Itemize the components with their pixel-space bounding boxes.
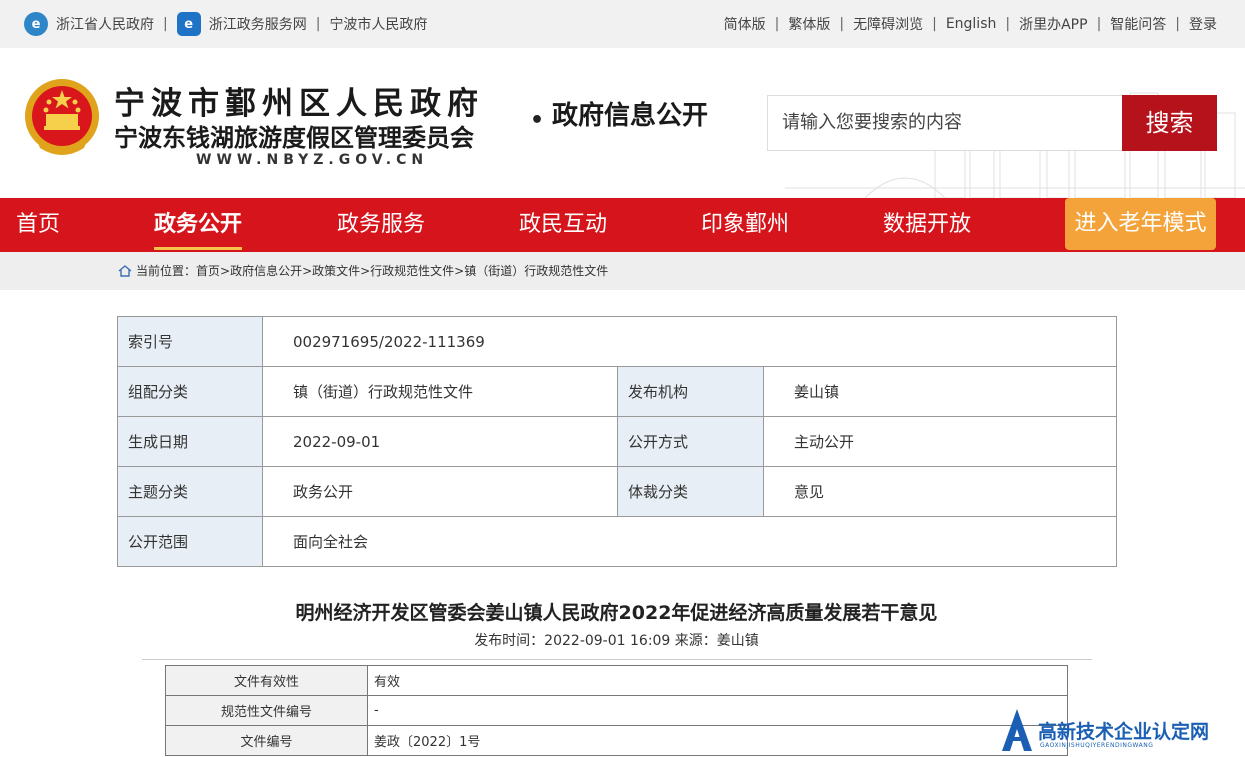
site-header: 宁波市鄞州区人民政府 宁波东钱湖旅游度假区管理委员会 WWW.NBYZ.GOV.… [0, 48, 1245, 198]
topic-value: 政务公开 [262, 466, 618, 517]
category-value: 镇（街道）行政规范性文件 [262, 366, 618, 417]
validity-label: 文件有效性 [165, 665, 368, 696]
divider: | [1175, 16, 1180, 32]
watermark-pinyin: GAOXINJISHUQIYERENDINGWANG [1040, 742, 1154, 749]
title-dot: • [530, 108, 545, 133]
top-bar: e 浙江省人民政府 | e 浙江政务服务网 | 宁波市人民政府 简体版 | 繁体… [0, 0, 1245, 48]
link-app[interactable]: 浙里办APP [1019, 14, 1087, 34]
nav-gov-services[interactable]: 政务服务 [337, 198, 425, 252]
divider: | [163, 16, 168, 32]
validity-value: 有效 [367, 665, 1068, 696]
table-row: 规范性文件编号 - [165, 695, 1068, 726]
doc-no-label: 文件编号 [165, 725, 368, 756]
nav-impression[interactable]: 印象鄞州 [701, 198, 789, 252]
site-title-second: 宁波东钱湖旅游度假区管理委员会 [114, 123, 474, 152]
publisher-label: 发布机构 [617, 366, 764, 417]
main-nav: 首页 政务公开 政务服务 政民互动 印象鄞州 数据开放 进入老年模式 [0, 198, 1245, 252]
nav-open-data[interactable]: 数据开放 [883, 198, 971, 252]
site-title-main: 宁波市鄞州区人民政府 [114, 86, 484, 122]
link-zhejiang-service[interactable]: 浙江政务服务网 [209, 14, 307, 34]
table-row: 公开范围 面向全社会 [117, 516, 1117, 567]
nav-interaction[interactable]: 政民互动 [519, 198, 607, 252]
genre-label: 体裁分类 [617, 466, 764, 517]
index-no-label: 索引号 [117, 316, 263, 367]
open-mode-label: 公开方式 [617, 416, 764, 467]
search-input[interactable]: 请输入您要搜索的内容 [767, 95, 1125, 151]
breadcrumb: 当前位置： 首页>政府信息公开>政策文件>行政规范性文件>镇（街道）行政规范性文… [118, 252, 608, 290]
site-subtitle: 政府信息公开 [552, 101, 709, 131]
search-button[interactable]: 搜索 [1122, 95, 1217, 151]
nav-home[interactable]: 首页 [16, 198, 60, 252]
breadcrumb-path[interactable]: 首页>政府信息公开>政策文件>行政规范性文件>镇（街道）行政规范性文件 [196, 252, 608, 290]
zhejiang-service-icon: e [176, 12, 201, 36]
open-mode-value: 主动公开 [763, 416, 1117, 467]
category-label: 组配分类 [117, 366, 263, 417]
table-row: 生成日期 2022-09-01 公开方式 主动公开 [117, 416, 1117, 467]
topic-label: 主题分类 [117, 466, 263, 517]
divider: | [932, 16, 937, 32]
top-links-left: e 浙江省人民政府 | e 浙江政务服务网 | 宁波市人民政府 [24, 12, 427, 36]
link-traditional[interactable]: 繁体版 [788, 14, 830, 34]
article-meta: 发布时间：2022-09-01 16:09 来源：姜山镇 [474, 633, 759, 649]
elderly-mode-button[interactable]: 进入老年模式 [1065, 198, 1216, 250]
breadcrumb-bar: 当前位置： 首页>政府信息公开>政策文件>行政规范性文件>镇（街道）行政规范性文… [0, 252, 1245, 290]
document-status-table: 文件有效性 有效 规范性文件编号 - 文件编号 姜政〔2022〕1号 [165, 665, 1068, 756]
divider: | [1005, 16, 1011, 32]
index-no-value: 002971695/2022-111369 [262, 316, 1117, 367]
link-simplified[interactable]: 简体版 [724, 14, 766, 34]
zhejiang-gov-icon: e [24, 12, 48, 36]
scope-value: 面向全社会 [262, 516, 1117, 567]
home-icon [118, 265, 132, 277]
watermark-logo-icon [1002, 709, 1032, 751]
divider: | [1096, 16, 1102, 32]
divider: | [774, 16, 780, 32]
divider: | [839, 16, 845, 32]
table-row: 文件有效性 有效 [165, 665, 1068, 696]
link-login[interactable]: 登录 [1189, 14, 1217, 34]
link-zhejiang-gov[interactable]: 浙江省人民政府 [56, 14, 154, 34]
document-info-table: 索引号 002971695/2022-111369 组配分类 镇（街道）行政规范… [117, 316, 1117, 567]
link-ningbo-gov[interactable]: 宁波市人民政府 [329, 14, 427, 34]
table-row: 文件编号 姜政〔2022〕1号 [165, 725, 1068, 756]
nav-gov-affairs-open[interactable]: 政务公开 [154, 198, 243, 252]
article-title: 明州经济开发区管委会姜山镇人民政府2022年促进经济高质量发展若干意见 [295, 602, 938, 624]
nav-label: 政务公开 [154, 212, 243, 237]
normative-no-label: 规范性文件编号 [165, 695, 368, 726]
publisher-value: 姜山镇 [763, 366, 1117, 417]
date-label: 生成日期 [117, 416, 263, 467]
divider: | [315, 16, 321, 32]
active-underline [154, 247, 243, 250]
table-row: 主题分类 政务公开 体裁分类 意见 [117, 466, 1117, 517]
watermark: 高新技术企业认定网 GAOXINJISHUQIYERENDINGWANG [1000, 707, 1245, 757]
national-emblem-logo [25, 79, 99, 155]
watermark-text: 高新技术企业认定网 [1038, 721, 1210, 743]
site-url: WWW.NBYZ.GOV.CN [196, 152, 429, 168]
normative-no-value: - [367, 695, 1068, 726]
table-row: 索引号 002971695/2022-111369 [117, 316, 1117, 367]
genre-value: 意见 [763, 466, 1117, 517]
doc-no-value: 姜政〔2022〕1号 [367, 725, 1068, 756]
link-smart-qa[interactable]: 智能问答 [1110, 14, 1166, 34]
link-english[interactable]: English [946, 16, 997, 32]
divider [142, 659, 1092, 660]
breadcrumb-label: 当前位置： [136, 264, 197, 278]
table-row: 组配分类 镇（街道）行政规范性文件 发布机构 姜山镇 [117, 366, 1117, 417]
top-links-right: 简体版 | 繁体版 | 无障碍浏览 | English | 浙里办APP | 智… [724, 12, 1217, 36]
date-value: 2022-09-01 [262, 416, 618, 467]
scope-label: 公开范围 [117, 516, 263, 567]
link-accessibility[interactable]: 无障碍浏览 [853, 14, 923, 34]
